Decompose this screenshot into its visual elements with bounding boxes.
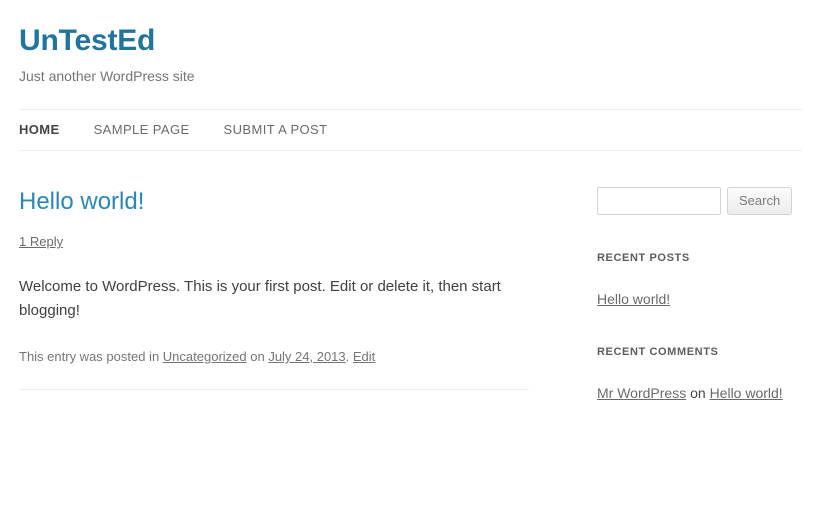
nav-link-home[interactable]: Home [19,122,60,138]
entry-meta-separator: . [345,349,353,364]
entry-meta-prefix: This entry was posted in [19,349,163,364]
site-description: Just another WordPress site [19,68,195,84]
comments-link-anchor[interactable]: 1 Reply [19,234,63,249]
widget-title-recent-comments: Recent Comments [597,346,719,358]
recent-post-link[interactable]: Hello world! [597,291,670,307]
site-title-link[interactable]: UnTestEd [19,24,155,57]
widget-recent-comments: Recent Comments Mr WordPress on Hello wo… [597,345,821,403]
post-paragraph: Welcome to WordPress. This is your first… [19,278,501,319]
entry-meta-date-link[interactable]: July 24, 2013 [268,349,345,364]
widget-title-recent-posts: Recent Posts [597,252,690,264]
recent-comments-list: Mr WordPress on Hello world! [597,383,821,403]
primary-navigation: Home Sample Page Submit a Post [19,109,802,151]
sidebar: Search Recent Posts Hello world! Recent … [597,187,821,403]
site-content: Hello world! 1 Reply Welcome to WordPres… [0,187,821,403]
post-entry-meta: This entry was posted in Uncategorized o… [19,348,529,366]
search-input[interactable] [597,187,721,215]
site-title: UnTestEd [19,24,802,58]
search-form: Search [597,187,821,215]
post-divider [19,389,529,390]
comment-post-link[interactable]: Hello world! [710,385,783,401]
page-root: UnTestEd Just another WordPress site Hom… [0,0,821,531]
nav-link-submit-a-post[interactable]: Submit a Post [224,122,328,138]
post-title: Hello world! [19,187,529,217]
post-title-link[interactable]: Hello world! [19,188,144,215]
nav-item-submit-a-post[interactable]: Submit a Post [224,121,328,139]
search-button[interactable]: Search [727,187,793,215]
nav-item-home[interactable]: Home [19,121,60,139]
nav-link-sample-page[interactable]: Sample Page [94,122,190,138]
widget-search: Search [597,187,821,215]
post-content: Welcome to WordPress. This is your first… [19,275,529,323]
comment-author-link[interactable]: Mr WordPress [597,385,686,401]
comment-on-text: on [686,385,710,401]
widget-recent-posts: Recent Posts Hello world! [597,251,821,309]
nav-item-sample-page[interactable]: Sample Page [94,121,190,139]
list-item[interactable]: Hello world! [597,289,821,309]
content-area: Hello world! 1 Reply Welcome to WordPres… [19,187,529,398]
recent-posts-list: Hello world! [597,289,821,309]
entry-meta-category-link[interactable]: Uncategorized [163,349,247,364]
entry-meta-on: on [246,349,269,364]
entry-meta-edit-link[interactable]: Edit [353,349,375,364]
post-article: Hello world! 1 Reply Welcome to WordPres… [19,187,529,390]
list-item: Mr WordPress on Hello world! [597,383,821,403]
nav-menu: Home Sample Page Submit a Post [19,110,802,150]
site-header: UnTestEd Just another WordPress site [0,0,821,85]
post-comments-link: 1 Reply [19,234,529,250]
